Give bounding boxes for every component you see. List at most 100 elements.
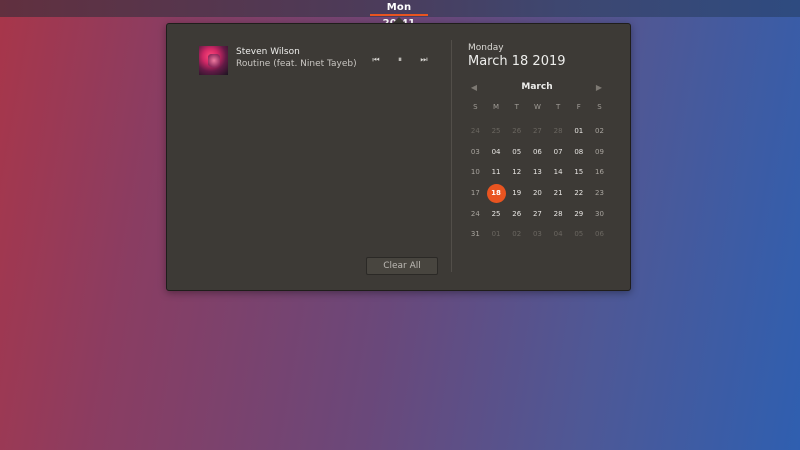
calendar-day[interactable]: 09 xyxy=(589,142,610,163)
calendar-day[interactable]: 14 xyxy=(548,162,569,183)
calendar-day-number: 13 xyxy=(532,168,542,177)
calendar-day-number: 28 xyxy=(553,127,563,135)
calendar-day[interactable]: 24 xyxy=(465,204,486,225)
calendar-day-number: 05 xyxy=(574,230,584,239)
calendar-day-number: 06 xyxy=(595,230,604,239)
calendar-day[interactable]: 30 xyxy=(589,204,610,225)
calendar-day[interactable]: 16 xyxy=(589,162,610,183)
weekday-label: T xyxy=(514,103,519,111)
calendar-day-number: 14 xyxy=(553,168,563,177)
calendar-day-number: 25 xyxy=(491,127,501,135)
calendar-day[interactable]: 31 xyxy=(465,224,486,245)
calendar-day-number: 06 xyxy=(532,147,542,156)
calendar-day-number: 22 xyxy=(574,189,584,198)
calendar-day[interactable]: 06 xyxy=(589,224,610,245)
album-art xyxy=(199,46,228,75)
weekday-label: T xyxy=(555,103,561,111)
track-title: Routine (feat. Ninet Tayeb) xyxy=(236,59,357,69)
weekday-header: S M T W T F S xyxy=(465,103,610,111)
calendar-day[interactable]: 05 xyxy=(506,142,527,163)
calendar-day-number: 01 xyxy=(574,127,584,135)
calendar-day[interactable]: 24 xyxy=(465,121,486,142)
calendar-day[interactable]: 04 xyxy=(548,224,569,245)
calendar-day[interactable]: 26 xyxy=(506,204,527,225)
calendar-day[interactable]: 15 xyxy=(568,162,589,183)
calendar-day[interactable]: 21 xyxy=(548,183,569,204)
calendar-day[interactable]: 02 xyxy=(589,121,610,142)
calendar-day[interactable]: 28 xyxy=(548,121,569,142)
calendar-day-number: 24 xyxy=(470,209,480,218)
calendar-day[interactable]: 17 xyxy=(465,183,486,204)
calendar-day-number: 04 xyxy=(553,230,563,239)
top-bar: Mon 20:41 xyxy=(0,0,800,29)
weekday-label: M xyxy=(493,103,500,111)
calendar-week-row: 17 18 19 20 21 22 23 xyxy=(465,183,610,204)
calendar-day[interactable]: 07 xyxy=(548,142,569,163)
calendar-day[interactable]: 25 xyxy=(486,121,507,142)
calendar-day[interactable]: 26 xyxy=(506,121,527,142)
calendar-day-number: 02 xyxy=(512,230,522,239)
clock-active-indicator xyxy=(370,14,428,16)
next-track-icon[interactable]: ⏭ xyxy=(417,54,431,66)
weekday-label: S xyxy=(597,103,602,111)
calendar-day[interactable]: 29 xyxy=(568,204,589,225)
calendar-day[interactable]: 19 xyxy=(506,183,527,204)
calendar-day-number: 01 xyxy=(491,230,501,239)
calendar-notification-popup: Steven Wilson Routine (feat. Ninet Tayeb… xyxy=(166,23,631,291)
calendar-day[interactable]: 27 xyxy=(527,121,548,142)
calendar-day-number: 29 xyxy=(574,209,584,218)
calendar-day[interactable]: 08 xyxy=(568,142,589,163)
calendar-week-row: 03 04 05 06 07 08 09 xyxy=(465,142,610,163)
calendar-day[interactable]: 22 xyxy=(568,183,589,204)
calendar-day[interactable]: 06 xyxy=(527,142,548,163)
month-label: March xyxy=(521,82,553,92)
calendar-day-number: 24 xyxy=(470,127,480,135)
calendar-day-number: 31 xyxy=(470,230,480,239)
calendar-day[interactable]: 05 xyxy=(568,224,589,245)
previous-month-icon[interactable]: ◀ xyxy=(468,83,480,93)
calendar-day[interactable]: 12 xyxy=(506,162,527,183)
calendar-day-number: 27 xyxy=(532,209,542,218)
media-player: Steven Wilson Routine (feat. Ninet Tayeb… xyxy=(199,46,439,76)
weekday-label: W xyxy=(533,103,541,111)
calendar-day[interactable]: 20 xyxy=(527,183,548,204)
calendar-day[interactable]: 04 xyxy=(486,142,507,163)
play-pause-icon[interactable]: ⏸ xyxy=(393,54,407,66)
calendar-day-number: 07 xyxy=(553,147,563,156)
calendar-week-row: 24 25 26 27 28 29 30 xyxy=(465,204,610,225)
calendar-day-number: 10 xyxy=(470,168,480,177)
clear-all-button[interactable]: Clear All xyxy=(366,257,438,275)
date-weekday[interactable]: Monday xyxy=(468,43,504,53)
calendar-day-number: 09 xyxy=(595,147,604,156)
calendar-grid: 24 25 26 27 28 01 02 03 04 05 06 07 08 09 10 11 12 13 14 15… xyxy=(465,121,610,245)
calendar-day-number: 02 xyxy=(595,127,604,135)
calendar-day[interactable]: 13 xyxy=(527,162,548,183)
next-month-icon[interactable]: ▶ xyxy=(593,83,605,93)
calendar-day-today[interactable]: 18 xyxy=(486,183,507,204)
calendar-day[interactable]: 10 xyxy=(465,162,486,183)
calendar-day-number: 27 xyxy=(532,127,542,135)
date-full[interactable]: March 18 2019 xyxy=(468,54,566,69)
calendar-day[interactable]: 03 xyxy=(465,142,486,163)
calendar-week-row: 10 11 12 13 14 15 16 xyxy=(465,162,610,183)
calendar-day[interactable]: 27 xyxy=(527,204,548,225)
previous-track-icon[interactable]: ⏮ xyxy=(369,54,383,66)
calendar-day-number: 19 xyxy=(512,189,522,198)
calendar-day-number: 28 xyxy=(553,209,563,218)
calendar-day-number: 16 xyxy=(595,168,604,177)
calendar-week-row: 31 01 02 03 04 05 06 xyxy=(465,224,610,245)
calendar-day[interactable]: 03 xyxy=(527,224,548,245)
calendar-day-number: 03 xyxy=(470,147,480,156)
calendar-day[interactable]: 11 xyxy=(486,162,507,183)
calendar-day[interactable]: 23 xyxy=(589,183,610,204)
calendar-day-number: 26 xyxy=(512,127,522,135)
calendar-day-number: 30 xyxy=(595,209,604,218)
calendar-day[interactable]: 01 xyxy=(568,121,589,142)
calendar-day[interactable]: 28 xyxy=(548,204,569,225)
calendar-day[interactable]: 02 xyxy=(506,224,527,245)
calendar-day-number: 15 xyxy=(574,168,584,177)
calendar-day-number: 17 xyxy=(470,189,480,198)
track-artist: Steven Wilson xyxy=(236,47,300,57)
calendar-day[interactable]: 01 xyxy=(486,224,507,245)
calendar-day[interactable]: 25 xyxy=(486,204,507,225)
